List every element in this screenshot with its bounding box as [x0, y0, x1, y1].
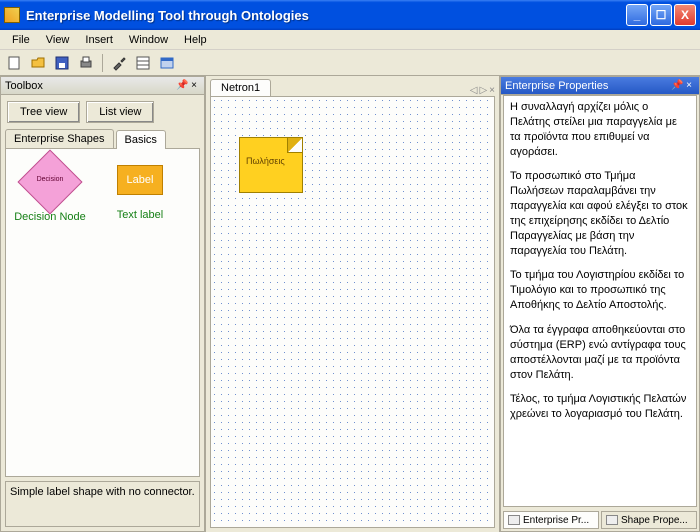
shape-textlabel-label: Text label [100, 209, 180, 221]
pin-icon[interactable]: 📌 [671, 80, 683, 91]
toolbox-content: Decision Decision Node Label Text label [5, 148, 200, 477]
minimize-button[interactable]: _ [626, 4, 648, 26]
print-icon[interactable] [76, 53, 96, 73]
canvas-node-label: Πωλήσεις [246, 156, 285, 166]
menu-file[interactable]: File [4, 32, 38, 48]
canvas[interactable]: Πωλήσεις [210, 96, 495, 528]
properties-p5: Τέλος, το τμήμα Λογιστικής Πελατών χρεών… [510, 392, 690, 422]
window-title: Enterprise Modelling Tool through Ontolo… [26, 8, 624, 23]
shape-decision-node[interactable]: Decision Decision Node [10, 159, 90, 223]
document-tab-netron1[interactable]: Netron1 [210, 79, 271, 96]
close-doc-icon[interactable]: × [489, 85, 495, 96]
decision-icon: Decision [27, 159, 73, 205]
shape-text-label[interactable]: Label Text label [100, 159, 180, 221]
open-icon[interactable] [28, 53, 48, 73]
title-bar: Enterprise Modelling Tool through Ontolo… [0, 0, 700, 30]
save-icon[interactable] [52, 53, 72, 73]
prev-doc-icon[interactable]: ◁ [470, 85, 478, 96]
pin-icon[interactable]: 📌 [176, 80, 188, 91]
tree-view-button[interactable]: Tree view [7, 101, 80, 123]
properties-text[interactable]: Η συναλλαγή αρχίζει μόλις ο Πελάτης στεί… [503, 95, 697, 507]
app-icon [4, 7, 20, 23]
properties-icon[interactable] [133, 53, 153, 73]
canvas-area: Netron1 ◁ ▷ × Πωλήσεις [205, 76, 500, 532]
tab-enterprise-shapes[interactable]: Enterprise Shapes [5, 129, 114, 148]
close-button[interactable]: X [674, 4, 696, 26]
canvas-node-sales[interactable]: Πωλήσεις [239, 137, 303, 193]
menu-help[interactable]: Help [176, 32, 215, 48]
toolbar [0, 50, 700, 76]
next-doc-icon[interactable]: ▷ [479, 85, 487, 96]
close-panel-icon[interactable]: × [188, 80, 200, 91]
toolbox-description: Simple label shape with no connector. [5, 481, 200, 527]
new-icon[interactable] [4, 53, 24, 73]
properties-p1: Η συναλλαγή αρχίζει μόλις ο Πελάτης στεί… [510, 100, 690, 159]
menu-window[interactable]: Window [121, 32, 176, 48]
label-icon: Label [117, 165, 163, 195]
maximize-button[interactable]: ☐ [650, 4, 672, 26]
tab-enterprise-properties[interactable]: Enterprise Pr... [503, 511, 599, 529]
tab-icon [606, 515, 618, 525]
menu-insert[interactable]: Insert [77, 32, 121, 48]
properties-title: Enterprise Properties [505, 80, 608, 92]
tab-shape-properties[interactable]: Shape Prope... [601, 511, 697, 529]
toolbox-title: Toolbox [5, 80, 43, 92]
window-icon[interactable] [157, 53, 177, 73]
properties-panel: Enterprise Properties 📌 × Η συναλλαγή αρ… [500, 76, 700, 532]
properties-p3: Το τμήμα του Λογιστηρίου εκδίδει το Τιμο… [510, 268, 690, 313]
tools-icon[interactable] [109, 53, 129, 73]
menu-view[interactable]: View [38, 32, 78, 48]
toolbox-panel: Toolbox 📌 × Tree view List view Enterpri… [0, 76, 205, 532]
toolbox-header: Toolbox 📌 × [1, 77, 204, 95]
properties-p2: Το προσωπικό στο Τμήμα Πωλήσεων παραλαμβ… [510, 169, 690, 258]
list-view-button[interactable]: List view [86, 101, 154, 123]
properties-header: Enterprise Properties 📌 × [501, 77, 699, 95]
separator [102, 54, 103, 72]
menu-bar: File View Insert Window Help [0, 30, 700, 50]
tab-basics[interactable]: Basics [116, 130, 166, 149]
properties-p4: Όλα τα έγγραφα αποθηκεύονται στο σύστημα… [510, 323, 690, 382]
tab-icon [508, 515, 520, 525]
close-panel-icon[interactable]: × [683, 80, 695, 91]
